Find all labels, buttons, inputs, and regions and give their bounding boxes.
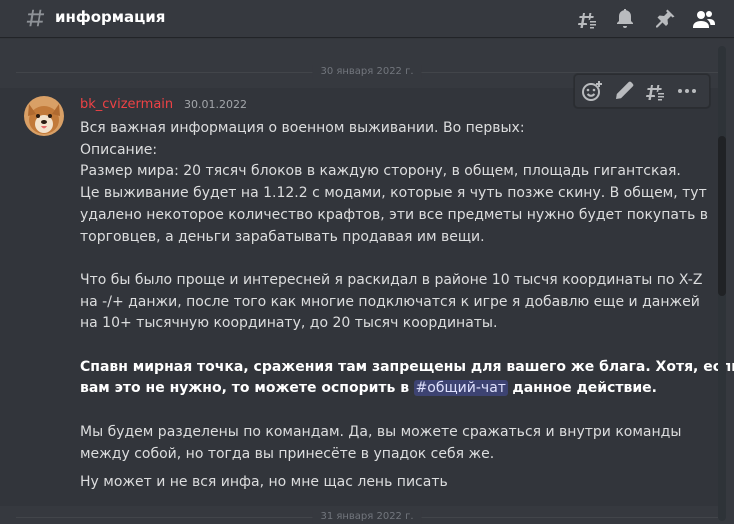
channel-header: информация xyxy=(0,0,734,37)
scrollbar-thumb[interactable] xyxy=(718,136,726,296)
channel-mention[interactable]: #общий-чат xyxy=(413,380,508,397)
bold-text: вам это не нужно, то можете оспорить в xyxy=(80,380,410,397)
text-channel-icon xyxy=(26,9,45,27)
notification-bell-icon[interactable] xyxy=(613,7,637,31)
message-content: Вся важная информация о военном выживани… xyxy=(80,118,734,465)
message-line: Описание: xyxy=(80,141,158,158)
message-line: между собой, но тогда вы принесёте в упа… xyxy=(80,445,495,462)
message-line: торговцев, а деньги зарабатывать продава… xyxy=(80,228,485,245)
member-list-icon[interactable] xyxy=(692,7,716,31)
message-line: Размер мира: 20 тясяч блоков в каждую ст… xyxy=(80,163,681,180)
message-line-bold: вам это не нужно, то можете оспорить в #… xyxy=(80,378,680,400)
message-line: удалено некоторое количество крафтов, эт… xyxy=(80,206,709,223)
date-divider: 31 января 2022 г. xyxy=(16,510,718,524)
message-line: Це выживание будет на 1.12.2 с модами, к… xyxy=(80,185,707,202)
followup-message[interactable]: Ну может и не вся инфа, но мне щас лень … xyxy=(80,472,448,492)
channel-mention-label: общий-чат xyxy=(427,380,506,397)
message-author[interactable]: bk_cvizermain xyxy=(80,96,173,114)
date-divider-label: 31 января 2022 г. xyxy=(312,510,422,524)
threads-icon[interactable] xyxy=(575,7,599,31)
date-divider-label: 30 января 2022 г. xyxy=(312,65,422,79)
message-line: Вся важная информация о военном выживани… xyxy=(80,120,525,136)
message-line-bold: Спавн мирная точка, сражения там запреще… xyxy=(80,357,734,379)
add-reaction-icon[interactable] xyxy=(580,79,604,103)
edit-pencil-icon[interactable] xyxy=(612,79,636,103)
message-timestamp[interactable]: 30.01.2022 xyxy=(184,98,247,112)
message-line: Что бы было проще и интересней я раскида… xyxy=(80,271,703,288)
bold-text: Спавн мирная точка, сражения там запреще… xyxy=(80,358,734,375)
bold-text: данное действие. xyxy=(512,380,657,397)
message-line: на 10+ тысячную координату, до 20 тысяч … xyxy=(80,315,498,332)
create-thread-icon[interactable] xyxy=(643,79,667,103)
corgi-avatar-image xyxy=(24,96,64,136)
date-divider: 30 января 2022 г. xyxy=(16,65,718,79)
message-actions-toolbar xyxy=(574,74,710,108)
pin-icon[interactable] xyxy=(653,7,677,31)
message-line: на -/+ данжи, после того как многие подк… xyxy=(80,293,700,310)
more-options-icon[interactable] xyxy=(675,79,699,103)
avatar[interactable] xyxy=(24,96,64,136)
message-line: Мы будем разделены по командам. Да, вы м… xyxy=(80,423,682,440)
channel-title: информация xyxy=(55,8,166,26)
